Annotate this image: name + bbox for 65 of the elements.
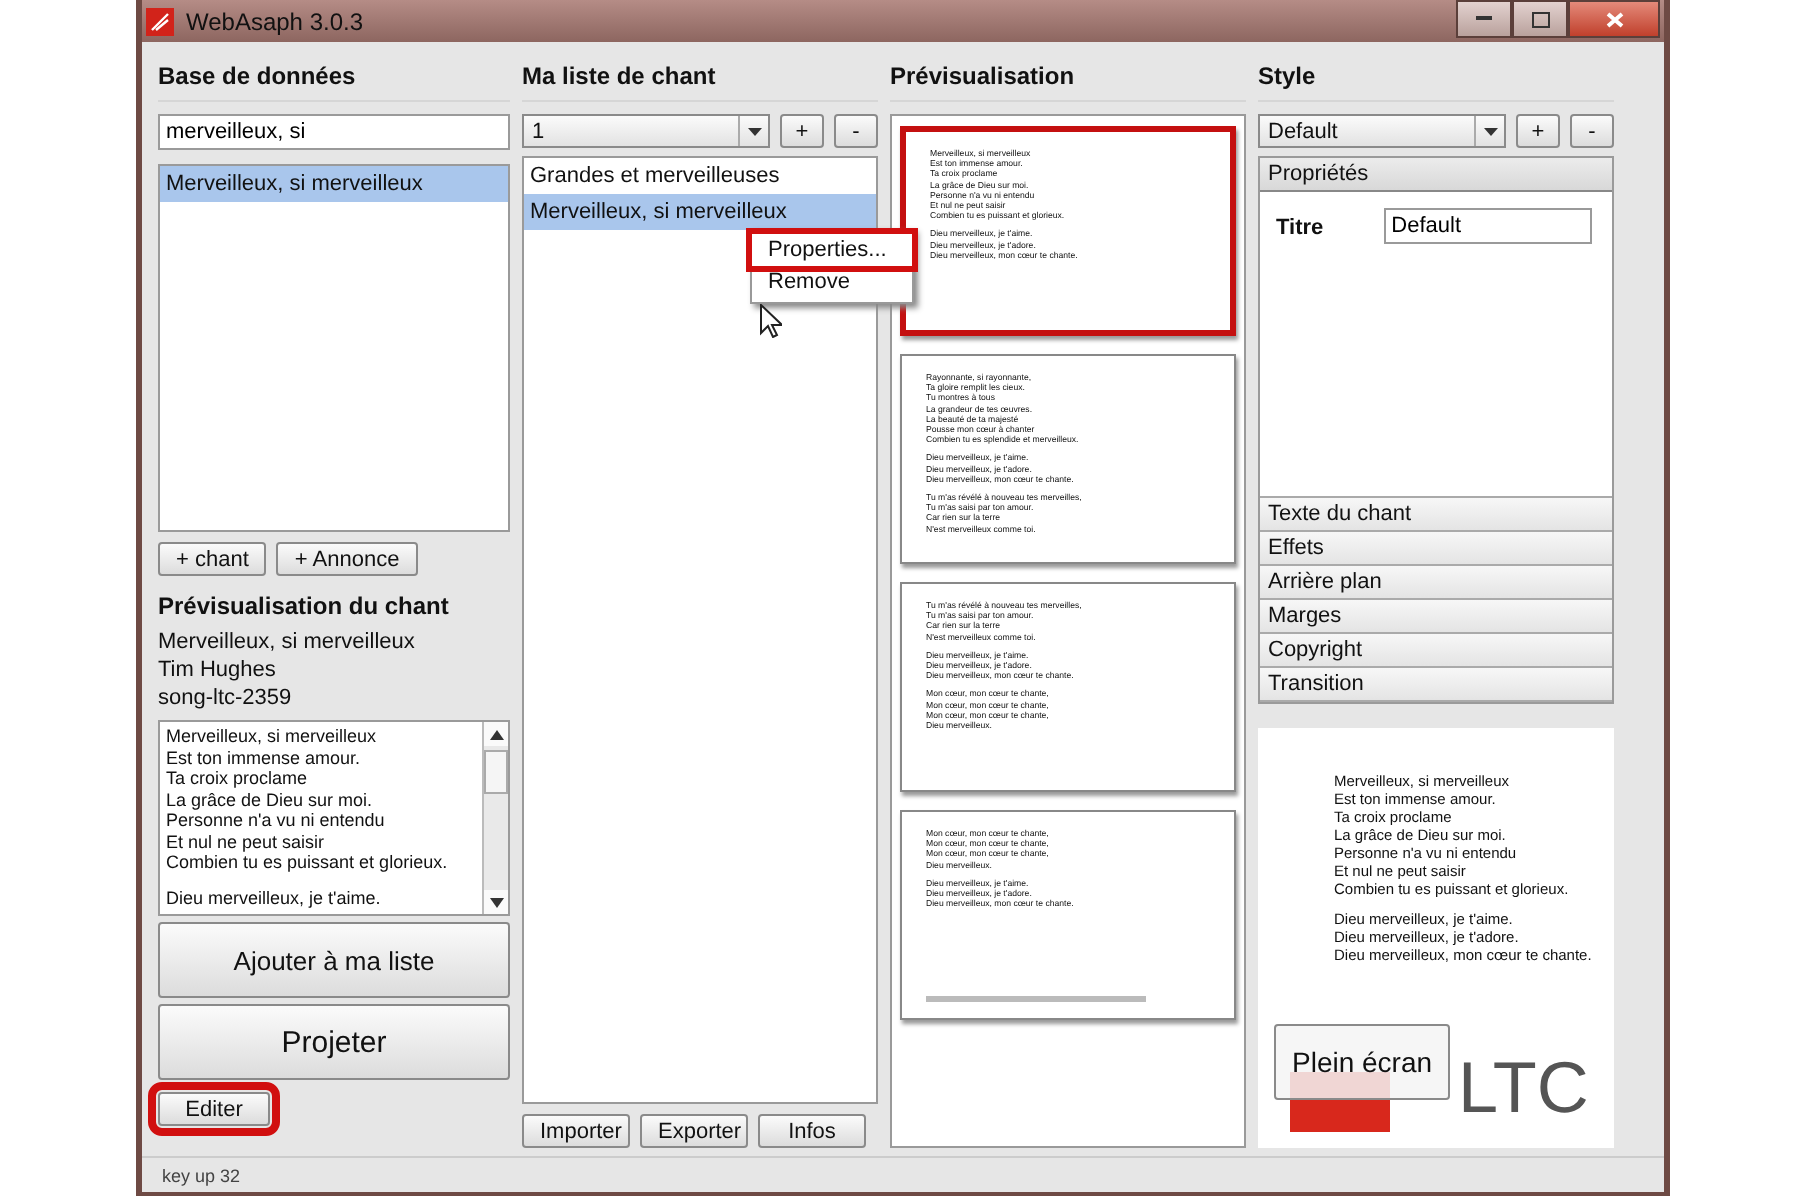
add-item-button[interactable]: + chant: [158, 542, 267, 576]
slide-thumbnail[interactable]: [900, 354, 1236, 564]
scrollbar[interactable]: [482, 722, 508, 914]
playlist-action-button[interactable]: Exporter: [640, 1114, 748, 1148]
lyric-line: La grâce de Dieu sur moi.: [166, 789, 375, 810]
lyric-line: Dieu merveilleux, je t'aime.: [166, 887, 383, 908]
app-logo-icon: [146, 7, 174, 35]
song-list-item[interactable]: Merveilleux, si merveilleux: [160, 166, 508, 202]
add-to-list-button[interactable]: Ajouter à ma liste: [158, 922, 510, 998]
add-item-button[interactable]: + Annonce: [276, 542, 418, 576]
search-field[interactable]: merveilleux, si: [158, 114, 510, 150]
minimize-icon: [1476, 16, 1492, 22]
accordion-header[interactable]: Copyright: [1260, 634, 1612, 668]
lyric-line: Personne n'a vu ni entendu: [166, 810, 387, 831]
slide-thumbnail[interactable]: [900, 810, 1236, 1020]
title-field[interactable]: Default: [1383, 208, 1592, 244]
dropdown[interactable]: Default: [1258, 114, 1506, 148]
add-button[interactable]: +: [780, 114, 824, 148]
remove-button[interactable]: -: [1570, 114, 1614, 148]
close-icon: [1605, 11, 1623, 27]
lyric-line: Ta croix proclame: [166, 768, 310, 789]
minimize-button[interactable]: [1456, 0, 1512, 38]
lyric-line: Est ton immense amour.: [166, 747, 363, 768]
scroll-thumb[interactable]: [484, 750, 508, 794]
accordion-header[interactable]: Effets: [1260, 532, 1612, 566]
section-heading: Prévisualisation du chant: [158, 592, 451, 620]
scroll-down-icon: [489, 897, 503, 907]
slide-thumbnail[interactable]: [900, 582, 1236, 792]
remove-button[interactable]: -: [834, 114, 878, 148]
maximize-icon: [1531, 11, 1549, 27]
scroll-up-icon: [489, 729, 503, 739]
playlist-item[interactable]: Grandes et merveilleuses: [524, 158, 876, 194]
lyric-line: Merveilleux, si merveilleux: [166, 726, 379, 747]
accordion-header[interactable]: Propriétés: [1260, 158, 1612, 192]
section-heading: Ma liste de chant: [522, 62, 878, 102]
playlist-action-button[interactable]: Importer: [522, 1114, 630, 1148]
section-heading: Style: [1258, 62, 1614, 102]
accordion-header[interactable]: Transition: [1260, 668, 1612, 702]
accordion-header[interactable]: Marges: [1260, 600, 1612, 634]
field-label: Titre: [1276, 216, 1324, 240]
accordion-header[interactable]: Texte du chant: [1260, 498, 1612, 532]
song-id: song-ltc-2359: [158, 686, 294, 710]
maximize-button[interactable]: [1512, 0, 1568, 38]
dropdown[interactable]: 1: [522, 114, 770, 148]
menu-item[interactable]: Remove: [752, 266, 912, 298]
playlist-item[interactable]: Merveilleux, si merveilleux: [524, 194, 876, 230]
project-button[interactable]: Projeter: [158, 1004, 510, 1080]
song-author: Tim Hughes: [158, 658, 278, 682]
close-button[interactable]: [1568, 0, 1660, 38]
section-heading: Prévisualisation: [890, 62, 1246, 102]
fullscreen-button[interactable]: Plein écran: [1274, 1024, 1451, 1100]
lyric-line: Et nul ne peut saisir: [166, 831, 327, 852]
add-button[interactable]: +: [1516, 114, 1560, 148]
caret-icon: [1483, 127, 1497, 135]
menu-item[interactable]: Properties...: [752, 234, 912, 266]
status-text: key up 32: [142, 1156, 1664, 1192]
window-title: WebAsaph 3.0.3: [186, 7, 366, 35]
logo-text: LTC: [1458, 1048, 1589, 1128]
section-heading: Base de données: [158, 62, 510, 102]
song-title: Merveilleux, si merveilleux: [158, 630, 417, 654]
slide-thumbnail[interactable]: [900, 126, 1236, 336]
caret-icon: [747, 127, 761, 135]
accordion-header[interactable]: Arrière plan: [1260, 566, 1612, 600]
lyric-line: Combien tu es puissant et glorieux.: [166, 852, 450, 873]
playlist-action-button[interactable]: Infos: [758, 1114, 866, 1148]
